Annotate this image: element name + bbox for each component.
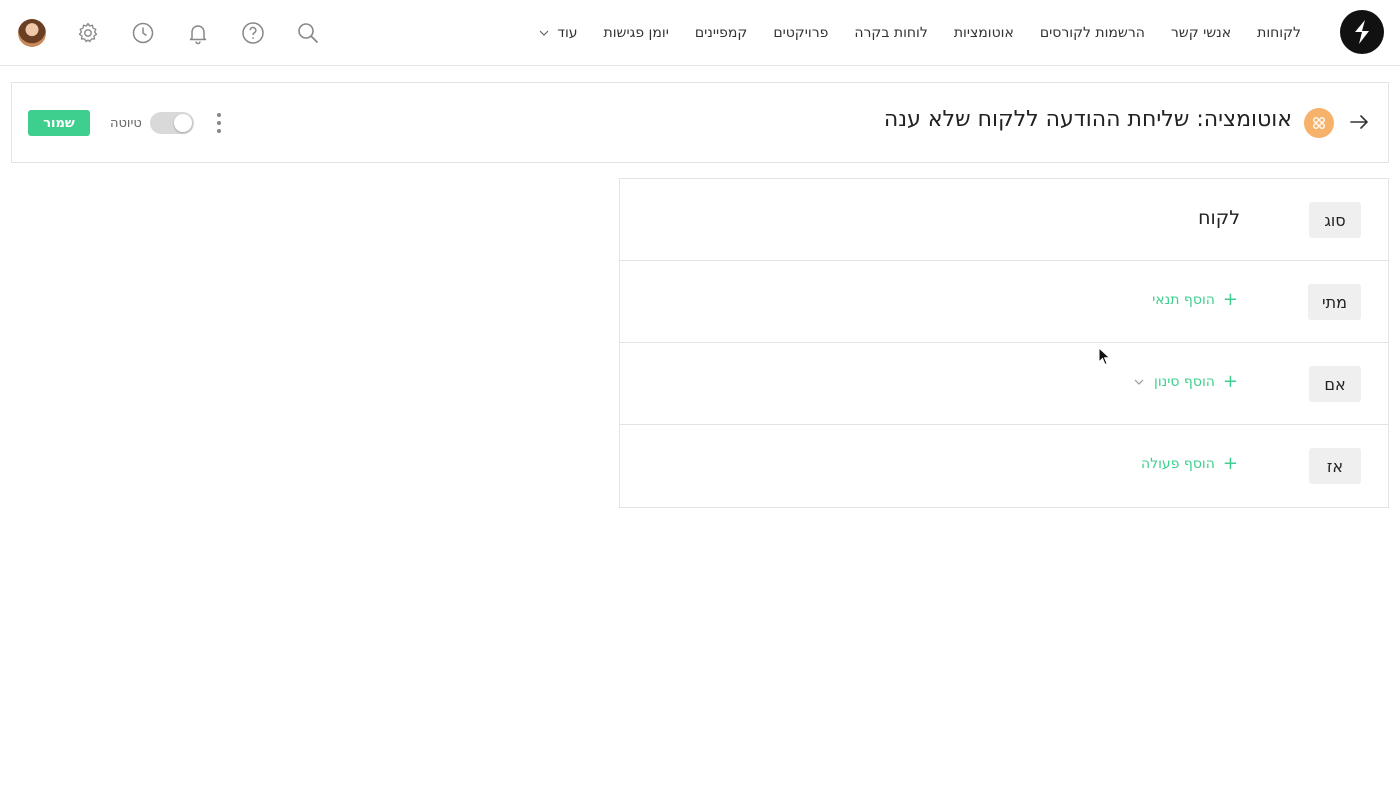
rule-tag-type: סוג	[1309, 202, 1361, 238]
logo-icon	[1355, 20, 1369, 44]
top-navigation: לקוחות אנשי קשר הרשמות לקורסים אוטומציות…	[0, 0, 1400, 66]
bell-icon[interactable]	[185, 20, 211, 46]
rule-row-if: אם + הוסף סינון	[620, 343, 1388, 425]
chevron-down-icon	[539, 30, 549, 36]
nav-link-course-registrations[interactable]: הרשמות לקורסים	[1027, 25, 1158, 41]
mouse-cursor-icon	[1098, 347, 1111, 366]
nav-link-projects[interactable]: פרויקטים	[760, 25, 841, 41]
rule-value-type[interactable]: לקוח	[1198, 207, 1240, 229]
nav-link-contacts[interactable]: אנשי קשר	[1158, 25, 1244, 41]
page-title: אוטומציה: שליחת ההודעה ללקוח שלא ענה	[883, 107, 1292, 132]
add-filter-label: הוסף סינון	[1154, 374, 1215, 390]
app-logo[interactable]	[1340, 10, 1384, 54]
automation-rules-panel: סוג לקוח מתי + הוסף תנאי אם + הוסף סינון…	[619, 178, 1389, 508]
nav-utility-icons	[18, 0, 350, 66]
avatar[interactable]	[18, 19, 46, 47]
nav-link-clients[interactable]: לקוחות	[1244, 25, 1314, 41]
main-nav: לקוחות אנשי קשר הרשמות לקורסים אוטומציות…	[526, 0, 1314, 66]
back-arrow-icon[interactable]	[1348, 111, 1370, 133]
save-button[interactable]: שמור	[28, 110, 90, 136]
add-action-label: הוסף פעולה	[1141, 456, 1215, 472]
plus-icon: +	[1222, 453, 1238, 474]
help-icon[interactable]	[240, 20, 266, 46]
draft-label: טיוטה	[110, 115, 142, 131]
add-condition-label: הוסף תנאי	[1152, 292, 1215, 308]
chevron-down-icon	[1134, 379, 1144, 385]
rule-tag-when: מתי	[1308, 284, 1361, 320]
toggle-knob	[173, 114, 192, 132]
rule-tag-if: אם	[1309, 366, 1361, 402]
nav-link-meetings-calendar[interactable]: יומן פגישות	[591, 25, 682, 41]
nav-link-automations[interactable]: אוטומציות	[941, 25, 1027, 41]
header-actions: שמור טיוטה	[28, 109, 222, 137]
plus-icon: +	[1222, 289, 1238, 310]
nav-more-menu[interactable]: עוד	[526, 25, 590, 41]
clock-icon[interactable]	[130, 20, 156, 46]
automation-header: אוטומציה: שליחת ההודעה ללקוח שלא ענה שמו…	[11, 82, 1389, 163]
add-action-button[interactable]: + הוסף פעולה	[1141, 455, 1238, 473]
plus-icon: +	[1222, 371, 1238, 392]
rule-tag-then: אז	[1309, 448, 1361, 484]
nav-link-dashboards[interactable]: לוחות בקרה	[841, 25, 940, 41]
add-filter-button[interactable]: + הוסף סינון	[1134, 373, 1238, 391]
search-icon[interactable]	[295, 20, 321, 46]
more-options-icon[interactable]	[216, 113, 222, 133]
automation-icon	[1304, 108, 1334, 138]
nav-link-campaigns[interactable]: קמפיינים	[682, 25, 760, 41]
nav-more-label: עוד	[557, 25, 578, 41]
add-condition-button[interactable]: + הוסף תנאי	[1152, 291, 1238, 309]
draft-toggle[interactable]	[149, 112, 194, 134]
rule-row-when: מתי + הוסף תנאי	[620, 261, 1388, 343]
gear-icon[interactable]	[75, 20, 101, 46]
rule-row-then: אז + הוסף פעולה	[620, 425, 1388, 507]
rule-row-type: סוג לקוח	[620, 179, 1388, 261]
